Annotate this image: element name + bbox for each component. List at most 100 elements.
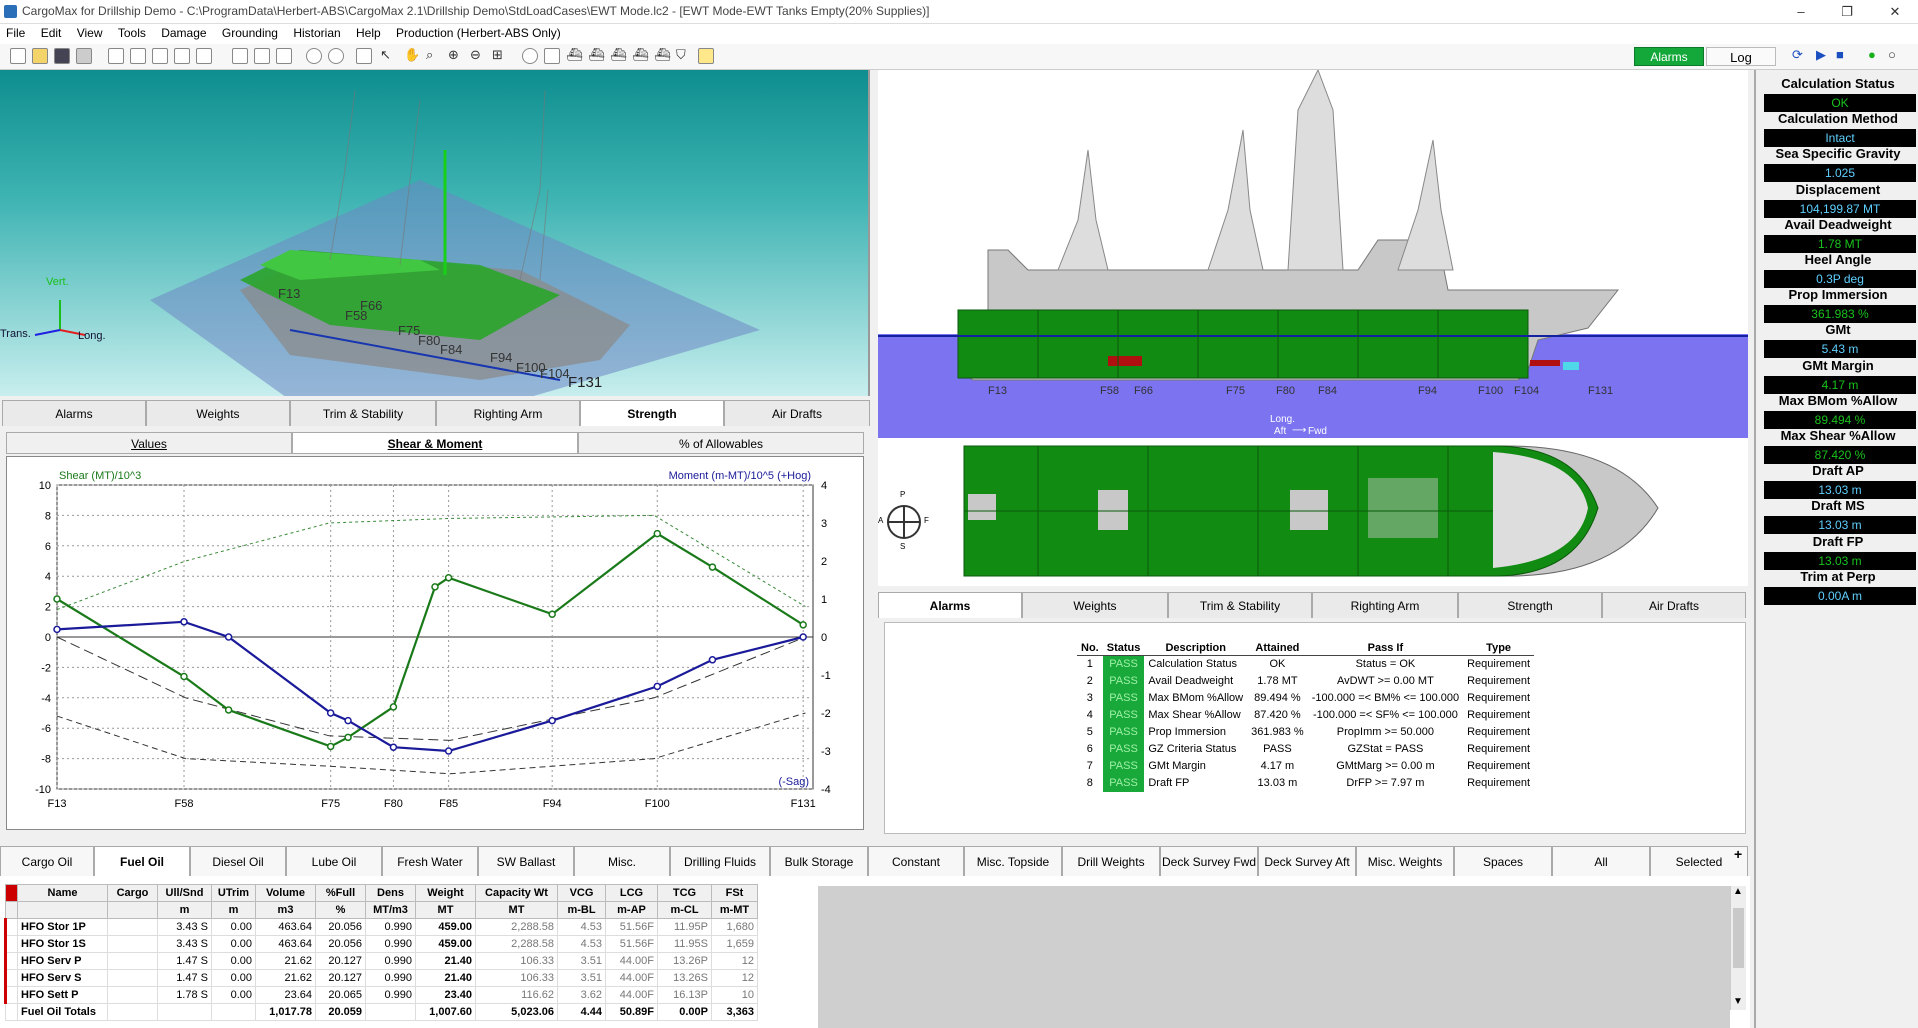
ship-view-1-icon[interactable]: ⛴ [566, 47, 583, 63]
tab-deck-survey-fwd[interactable]: Deck Survey Fwd [1160, 846, 1258, 876]
st-icon[interactable] [174, 48, 190, 64]
stop-icon[interactable]: ■ [1836, 47, 1844, 62]
menu-grounding[interactable]: Grounding [216, 24, 284, 44]
tab-alarms-left[interactable]: Alarms [2, 400, 146, 426]
open-icon[interactable] [32, 48, 48, 64]
tab-drilling-fluids[interactable]: Drilling Fluids [670, 846, 770, 876]
ship-view-5-icon[interactable]: ⛴ [654, 47, 671, 63]
tab-constant[interactable]: Constant [868, 846, 964, 876]
refresh-icon[interactable]: ⟳ [1792, 47, 1803, 63]
close-button[interactable]: ✕ [1880, 2, 1910, 22]
table-row[interactable]: HFO Stor 1P 3.43 S 0.00 463.64 20.056 0.990 45… [4, 918, 758, 936]
filter-icon[interactable]: ⛉ [676, 47, 686, 63]
ship-plan-view[interactable]: P S A F [878, 438, 1748, 586]
ship-profile-view[interactable]: F13 F58 F66 F75 F80 F84 F94 F100 F104 F1… [878, 70, 1748, 438]
menu-production[interactable]: Production (Herbert-ABS Only) [390, 24, 567, 44]
loop2-icon[interactable] [328, 48, 344, 64]
table-row[interactable]: HFO Stor 1S 3.43 S 0.00 463.64 20.056 0.990 45… [4, 935, 758, 953]
row-marker[interactable] [4, 986, 18, 1004]
tab-misc-topside[interactable]: Misc. Topside [964, 846, 1062, 876]
totals-row[interactable]: Fuel Oil Totals 1,017.78 20.059 1,007.60 5,0… [5, 1003, 758, 1021]
menu-help[interactable]: Help [350, 24, 387, 44]
zoom-out-icon[interactable]: ⊖ [470, 47, 481, 63]
alarm-status: PASS [1102, 757, 1145, 775]
layers3-icon[interactable] [276, 48, 292, 64]
scroll-thumb[interactable] [1733, 908, 1744, 968]
sphere-icon[interactable] [522, 48, 538, 64]
tab-trim-stability-right[interactable]: Trim & Stability [1168, 592, 1312, 618]
minimize-button[interactable]: – [1786, 2, 1816, 22]
tank-table-icon[interactable] [108, 48, 124, 64]
zoom-fit-icon[interactable]: ⊞ [492, 47, 503, 63]
tab-lube-oil[interactable]: Lube Oil [286, 846, 382, 876]
tab-strength-left[interactable]: Strength [580, 400, 724, 426]
tab-air-drafts-right[interactable]: Air Drafts [1602, 592, 1746, 618]
subtab-shear-moment[interactable]: Shear & Moment [292, 432, 578, 454]
pan-icon[interactable]: ✋ [404, 47, 420, 63]
tab-righting-arm-left[interactable]: Righting Arm [436, 400, 580, 426]
subtab-allowables[interactable]: % of Allowables [578, 432, 864, 454]
row-marker[interactable] [4, 952, 18, 970]
layers-icon[interactable] [232, 48, 248, 64]
restore-button[interactable]: ❐ [1832, 2, 1862, 22]
print-icon[interactable] [76, 48, 92, 64]
log-button[interactable]: Log [1706, 47, 1776, 66]
tab-fuel-oil[interactable]: Fuel Oil [94, 846, 190, 876]
menu-tools[interactable]: Tools [112, 24, 152, 44]
tab-alarms-right[interactable]: Alarms [878, 592, 1022, 618]
save-icon[interactable] [54, 48, 70, 64]
menu-file[interactable]: File [0, 24, 31, 44]
layers2-icon[interactable] [254, 48, 270, 64]
tab-spaces[interactable]: Spaces [1454, 846, 1552, 876]
alarms-button[interactable]: Alarms [1634, 47, 1704, 66]
table-row[interactable]: HFO Serv P 1.47 S 0.00 21.62 20.127 0.990 21.4… [4, 952, 758, 970]
zoom-box-icon[interactable]: ⌕ [426, 47, 433, 63]
tab-air-drafts-left[interactable]: Air Drafts [724, 400, 870, 426]
ship-view-2-icon[interactable]: ⛴ [588, 47, 605, 63]
tab-cargo-oil[interactable]: Cargo Oil [0, 846, 94, 876]
tab-sw-ballast[interactable]: SW Ballast [478, 846, 574, 876]
tab-bulk-storage[interactable]: Bulk Storage [770, 846, 868, 876]
scroll-down-icon[interactable]: ▼ [1733, 996, 1743, 1007]
tab-righting-arm-right[interactable]: Righting Arm [1312, 592, 1458, 618]
scroll-up-icon[interactable]: ▲ [1733, 886, 1743, 897]
ft-icon[interactable] [196, 48, 212, 64]
row-marker[interactable] [4, 935, 18, 953]
tab-fresh-water[interactable]: Fresh Water [382, 846, 478, 876]
mt-icon[interactable] [130, 48, 146, 64]
loop-icon[interactable] [306, 48, 322, 64]
tab-weights-right[interactable]: Weights [1022, 592, 1168, 618]
camera-icon[interactable] [356, 48, 372, 64]
grid-vertical-scrollbar[interactable]: ▲ ▼ [1730, 886, 1746, 1010]
row-marker[interactable] [4, 969, 18, 987]
cube-icon[interactable] [544, 48, 560, 64]
tab-weights-left[interactable]: Weights [146, 400, 290, 426]
tab-strength-right[interactable]: Strength [1458, 592, 1602, 618]
table-row[interactable]: HFO Serv S 1.47 S 0.00 21.62 20.127 0.990 21.4… [4, 969, 758, 987]
3d-view[interactable]: Vert. Trans. Long. F13 F58 F66 F75 F80 F… [0, 70, 870, 396]
lt-icon[interactable] [152, 48, 168, 64]
grid-icon[interactable] [698, 48, 714, 64]
ship-view-3-icon[interactable]: ⛴ [610, 47, 627, 63]
tab-drill-weights[interactable]: Drill Weights [1062, 846, 1160, 876]
row-marker[interactable] [4, 918, 18, 936]
zoom-in-icon[interactable]: ⊕ [448, 47, 459, 63]
menu-damage[interactable]: Damage [155, 24, 212, 44]
tab-deck-survey-aft[interactable]: Deck Survey Aft [1258, 846, 1356, 876]
tab-diesel-oil[interactable]: Diesel Oil [190, 846, 286, 876]
subtab-values[interactable]: Values [6, 432, 292, 454]
play-icon[interactable]: ▶ [1816, 47, 1826, 63]
menu-historian[interactable]: Historian [287, 24, 346, 44]
select-all-marker[interactable] [5, 884, 18, 902]
tab-trim-stability-left[interactable]: Trim & Stability [290, 400, 436, 426]
new-icon[interactable] [10, 48, 26, 64]
ship-view-4-icon[interactable]: ⛴ [632, 47, 649, 63]
add-tab-button[interactable]: + [1734, 846, 1742, 862]
menu-edit[interactable]: Edit [35, 24, 68, 44]
menu-view[interactable]: View [71, 24, 109, 44]
tab-misc-weights[interactable]: Misc. Weights [1356, 846, 1454, 876]
table-row[interactable]: HFO Sett P 1.78 S 0.00 23.64 20.065 0.990 23.4… [4, 986, 758, 1004]
tab-misc-[interactable]: Misc. [574, 846, 670, 876]
tab-all[interactable]: All [1552, 846, 1650, 876]
pointer-icon[interactable]: ↖ [380, 47, 391, 63]
